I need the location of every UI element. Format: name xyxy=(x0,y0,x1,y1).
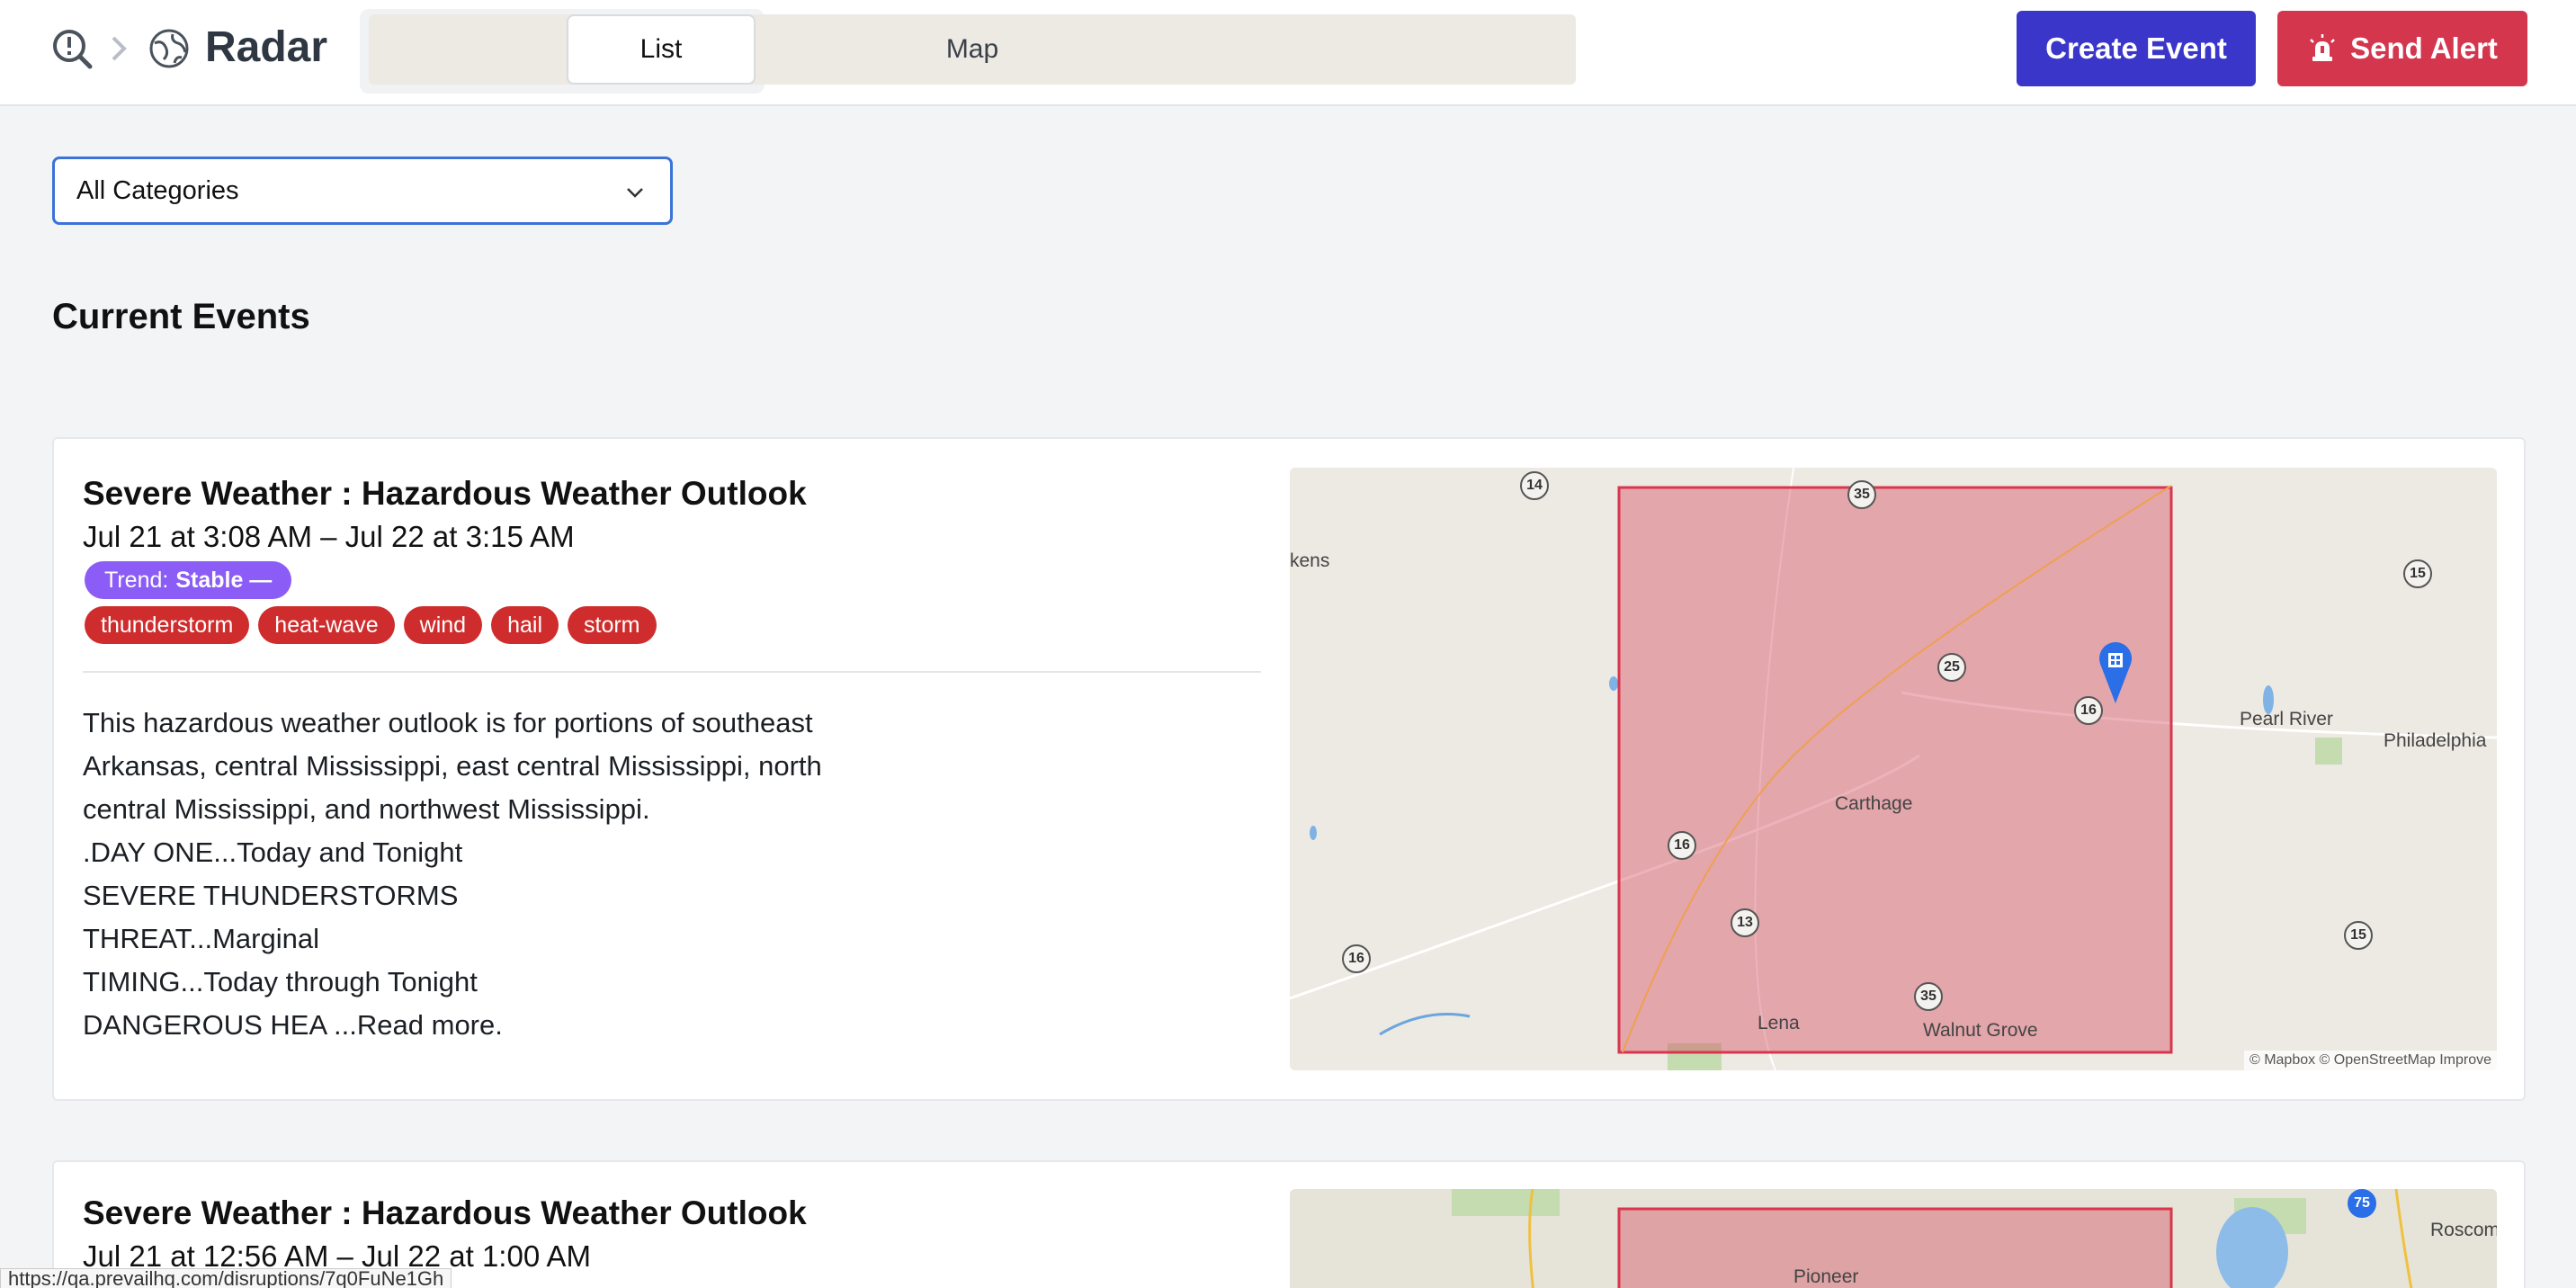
map-place-label: Roscomn xyxy=(2430,1220,2497,1240)
route-shield: 25 xyxy=(1937,653,1966,682)
event-title[interactable]: Severe Weather : Hazardous Weather Outlo… xyxy=(83,475,807,513)
route-shield: 15 xyxy=(2403,559,2432,588)
route-shield: 14 xyxy=(1520,471,1549,500)
tag: wind xyxy=(403,606,483,644)
send-alert-button[interactable]: Send Alert xyxy=(2277,11,2527,86)
event-map[interactable]: kens Pearl River Philadelphia Carthage L… xyxy=(1290,468,2497,1070)
trend-value: Stable — xyxy=(175,567,273,593)
description-line: central Mississippi, and northwest Missi… xyxy=(83,793,650,825)
map-place-label: Lena xyxy=(1758,1013,1800,1033)
chevron-right-icon xyxy=(112,36,127,61)
map-place-label: Philadelphia xyxy=(2384,730,2487,751)
route-shield: 16 xyxy=(1668,831,1696,860)
tag: hail xyxy=(491,606,559,644)
event-map[interactable]: Pioneer Roscomn 75 xyxy=(1290,1189,2497,1288)
trend-badge: Trend: Stable — xyxy=(85,561,292,599)
divider xyxy=(83,671,1261,673)
description-line: THREAT...Marginal xyxy=(83,923,319,954)
description-line: SEVERE THUNDERSTORMS xyxy=(83,880,459,911)
map-place-label: Pioneer xyxy=(1793,1266,1859,1287)
chevron-down-icon xyxy=(627,188,643,198)
trend-label: Trend: xyxy=(104,567,169,593)
route-shield: 16 xyxy=(1342,944,1371,973)
top-bar: Radar Map List Create Event Send Alert xyxy=(0,0,2576,106)
section-title: Current Events xyxy=(52,297,310,336)
event-card[interactable]: Severe Weather : Hazardous Weather Outlo… xyxy=(52,437,2526,1101)
tag: storm xyxy=(568,606,657,644)
improve-link[interactable]: Improve xyxy=(2439,1052,2491,1068)
description-line: .DAY ONE...Today and Tonight xyxy=(83,836,463,868)
tag: heat-wave xyxy=(258,606,395,644)
view-toggle: Map List xyxy=(360,9,1576,94)
map-attribution[interactable]: © Mapbox © OpenStreetMap Improve xyxy=(2243,1051,2497,1070)
map-place-label: Pearl River xyxy=(2240,709,2333,729)
read-more-line[interactable]: DANGEROUS HEA ...Read more. xyxy=(83,1004,982,1047)
route-shield: 13 xyxy=(1731,908,1759,937)
event-description: This hazardous weather outlook is for po… xyxy=(83,702,982,1047)
tab-list[interactable]: List xyxy=(567,14,756,85)
map-base xyxy=(1290,468,2497,1070)
route-shield: 75 xyxy=(2348,1189,2376,1218)
create-event-button[interactable]: Create Event xyxy=(2017,11,2256,86)
description-line: Arkansas, central Mississippi, east cent… xyxy=(83,750,822,782)
tag: thunderstorm xyxy=(85,606,250,644)
map-place-label: Carthage xyxy=(1835,793,1913,814)
event-title[interactable]: Severe Weather : Hazardous Weather Outlo… xyxy=(83,1194,807,1232)
radar-globe-icon xyxy=(149,29,189,68)
tab-map[interactable]: Map xyxy=(369,14,1576,85)
event-time: Jul 21 at 3:08 AM – Jul 22 at 3:15 AM xyxy=(83,520,575,553)
status-bar-url: https://qa.prevailhq.com/disruptions/7q0… xyxy=(0,1268,452,1288)
send-alert-label: Send Alert xyxy=(2350,31,2498,65)
route-shield: 35 xyxy=(1914,982,1943,1011)
description-line: This hazardous weather outlook is for po… xyxy=(83,707,813,738)
alert-search-icon[interactable] xyxy=(50,27,94,70)
category-select-value: All Categories xyxy=(76,175,239,205)
route-shield: 35 xyxy=(1847,480,1876,509)
description-line: TIMING...Today through Tonight xyxy=(83,966,478,997)
attribution-text: © Mapbox © OpenStreetMap xyxy=(2249,1052,2436,1068)
brand-title: Radar xyxy=(205,23,328,71)
map-place-label: Walnut Grove xyxy=(1923,1020,2038,1041)
map-base xyxy=(1290,1189,2497,1288)
tag-list: thunderstorm heat-wave wind hail storm xyxy=(85,606,657,644)
map-place-label: kens xyxy=(1290,550,1330,571)
siren-icon xyxy=(2310,34,2335,61)
route-shield: 16 xyxy=(2074,696,2103,725)
category-select[interactable]: All Categories xyxy=(52,157,673,225)
route-shield: 15 xyxy=(2344,921,2373,950)
